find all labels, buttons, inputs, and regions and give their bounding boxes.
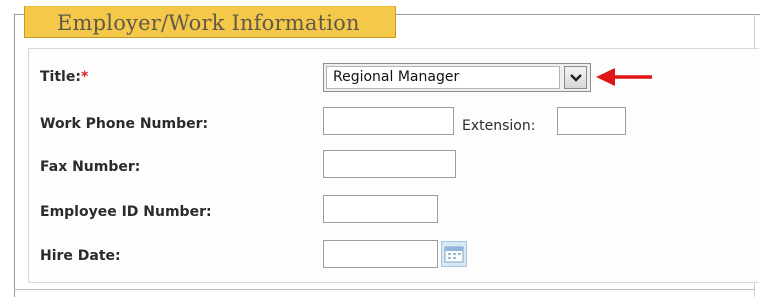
hire-date-label: Hire Date: — [40, 248, 121, 264]
fax-input[interactable] — [323, 150, 456, 178]
title-label-text: Title: — [40, 69, 81, 85]
employee-id-label: Employee ID Number: — [40, 204, 212, 220]
extension-label: Extension: — [462, 118, 536, 134]
calendar-button[interactable] — [441, 241, 467, 267]
red-arrow-left-icon — [596, 68, 652, 86]
title-label: Title:* — [40, 69, 88, 85]
title-select-value[interactable]: Regional Manager — [326, 66, 560, 89]
work-phone-label: Work Phone Number: — [40, 116, 209, 132]
required-marker: * — [80, 69, 89, 85]
work-phone-input[interactable] — [323, 107, 454, 135]
extension-input[interactable] — [557, 107, 626, 135]
section-frame-bottom — [14, 289, 755, 290]
title-select[interactable]: Regional Manager — [323, 63, 591, 92]
fax-label: Fax Number: — [40, 159, 141, 175]
chevron-down-icon — [569, 73, 582, 82]
title-dropdown-button[interactable] — [564, 66, 587, 89]
employee-id-input[interactable] — [323, 195, 438, 223]
hire-date-input[interactable] — [323, 240, 438, 268]
calendar-icon — [444, 246, 464, 263]
section-frame-left — [14, 14, 15, 297]
section-legend: Employer/Work Information — [24, 6, 396, 38]
section-title: Employer/Work Information — [57, 11, 360, 35]
